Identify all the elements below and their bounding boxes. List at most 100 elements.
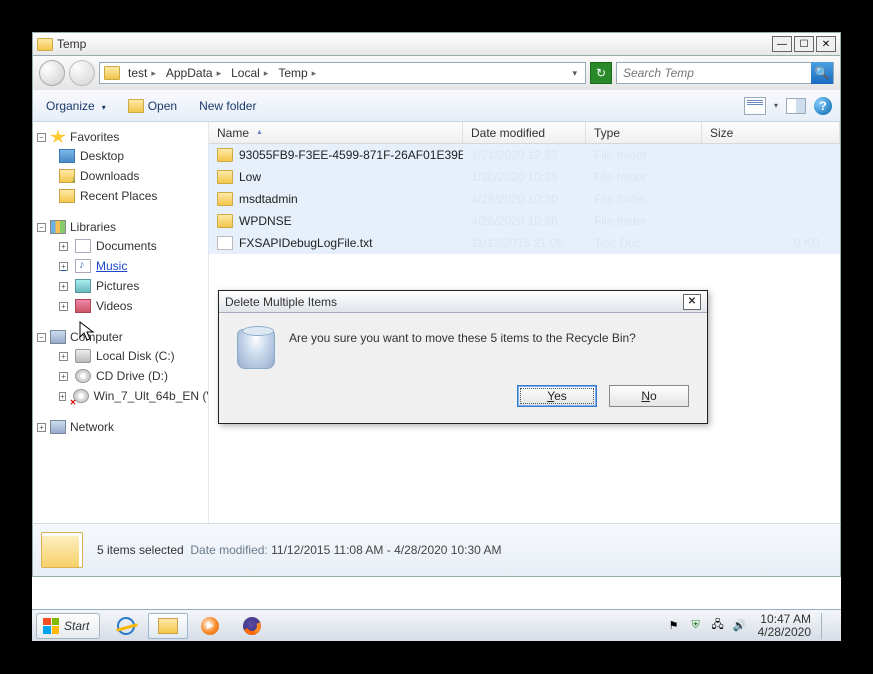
expand-icon[interactable]: +: [59, 352, 68, 361]
taskbar-ie[interactable]: [106, 613, 146, 639]
expand-icon[interactable]: +: [37, 423, 46, 432]
breadcrumb-segment[interactable]: Local: [227, 66, 272, 80]
new-folder-button[interactable]: New folder: [194, 96, 261, 116]
expand-icon[interactable]: +: [59, 372, 68, 381]
libraries-icon: [50, 220, 66, 234]
expand-icon[interactable]: +: [59, 282, 68, 291]
folder-icon: [41, 532, 83, 568]
start-button[interactable]: Start: [36, 613, 100, 639]
favorites-recent[interactable]: Recent Places: [37, 186, 204, 206]
date-modified-label: Date modified:: [190, 543, 267, 557]
column-size[interactable]: Size: [702, 122, 840, 143]
view-options-button[interactable]: [744, 97, 766, 115]
libraries-group[interactable]: − Libraries: [37, 218, 204, 236]
expand-icon[interactable]: +: [59, 262, 68, 271]
library-music[interactable]: +Music: [37, 256, 204, 276]
expand-icon[interactable]: +: [59, 242, 68, 251]
library-documents[interactable]: +Documents: [37, 236, 204, 256]
ie-icon: [117, 617, 135, 635]
file-name: WPDNSE: [239, 214, 292, 228]
file-row[interactable]: 93055FB9-F3EE-4599-871F-26AF01E39EE81/21…: [209, 144, 840, 166]
computer-group[interactable]: − Computer: [37, 328, 204, 346]
search-button[interactable]: 🔍: [811, 62, 833, 84]
no-button[interactable]: No: [609, 385, 689, 407]
library-videos[interactable]: +Videos: [37, 296, 204, 316]
favorites-desktop[interactable]: Desktop: [37, 146, 204, 166]
breadcrumb-segment[interactable]: Temp: [274, 66, 320, 80]
dialog-titlebar: Delete Multiple Items ✕: [219, 291, 707, 313]
disk-icon: [75, 349, 91, 363]
expand-icon[interactable]: +: [59, 302, 68, 311]
refresh-button[interactable]: ↻: [590, 62, 612, 84]
folder-open-icon: [128, 99, 144, 113]
tray-clock[interactable]: 10:47 AM 4/28/2020: [754, 613, 815, 639]
show-desktop-button[interactable]: [821, 613, 833, 639]
documents-icon: [75, 239, 91, 253]
minimize-button[interactable]: —: [772, 36, 792, 52]
favorites-downloads[interactable]: Downloads: [37, 166, 204, 186]
column-headers: Name Date modified Type Size: [209, 122, 840, 144]
tray-shield-icon[interactable]: ⛨: [688, 618, 704, 634]
file-name: Low: [239, 170, 261, 184]
drive-c[interactable]: +Local Disk (C:): [37, 346, 204, 366]
expand-icon[interactable]: +: [59, 392, 66, 401]
details-pane: 5 items selected Date modified: 11/12/20…: [32, 523, 841, 577]
favorites-group[interactable]: − Favorites: [37, 128, 204, 146]
maximize-button[interactable]: ☐: [794, 36, 814, 52]
file-row[interactable]: WPDNSE4/28/2020 10:36 AMFile folder: [209, 210, 840, 232]
taskbar: Start ▶ ⚑ ⛨ 🖧 🔊 10:47 AM 4/28/2020: [32, 609, 841, 641]
file-name: 93055FB9-F3EE-4599-871F-26AF01E39EE8: [239, 148, 463, 162]
open-button[interactable]: Open: [123, 96, 182, 116]
drive-v[interactable]: +Win_7_Ult_64b_EN (V: [37, 386, 204, 406]
dialog-title: Delete Multiple Items: [225, 295, 337, 309]
folder-icon: [217, 148, 233, 162]
search-box[interactable]: 🔍: [616, 62, 834, 84]
close-button[interactable]: ✕: [816, 36, 836, 52]
file-row[interactable]: msdtadmin4/28/2020 10:30 AMFile folder: [209, 188, 840, 210]
navigation-bar: test AppData Local Temp ▾ ↻ 🔍: [32, 56, 841, 90]
search-input[interactable]: [617, 66, 811, 80]
column-name[interactable]: Name: [209, 122, 463, 143]
taskbar-wmp[interactable]: ▶: [190, 613, 230, 639]
preview-pane-button[interactable]: [786, 98, 806, 114]
column-type[interactable]: Type: [586, 122, 702, 143]
address-dropdown[interactable]: ▾: [568, 68, 581, 79]
dialog-message: Are you sure you want to move these 5 it…: [289, 329, 636, 345]
breadcrumb-segment[interactable]: test: [124, 66, 160, 80]
breadcrumb-segment[interactable]: AppData: [162, 66, 225, 80]
back-button[interactable]: [39, 60, 65, 86]
taskbar-firefox[interactable]: [232, 613, 272, 639]
column-date[interactable]: Date modified: [463, 122, 586, 143]
library-pictures[interactable]: +Pictures: [37, 276, 204, 296]
file-type: File folder: [586, 170, 702, 184]
yes-button[interactable]: Yes: [517, 385, 597, 407]
help-button[interactable]: ?: [814, 97, 832, 115]
file-type: File folder: [586, 192, 702, 206]
tray-volume-icon[interactable]: 🔊: [732, 618, 748, 634]
desktop-icon: [59, 149, 75, 163]
file-row[interactable]: Low1/30/2020 10:39 AMFile folder: [209, 166, 840, 188]
file-type: File folder: [586, 148, 702, 162]
organize-button[interactable]: Organize: [41, 96, 111, 116]
forward-button[interactable]: [69, 60, 95, 86]
confirm-dialog: Delete Multiple Items ✕ Are you sure you…: [218, 290, 708, 424]
date-modified-value: 11/12/2015 11:08 AM - 4/28/2020 10:30 AM: [271, 543, 501, 557]
cd-icon: [75, 369, 91, 383]
drive-d[interactable]: +CD Drive (D:): [37, 366, 204, 386]
taskbar-explorer[interactable]: [148, 613, 188, 639]
tray-network-icon[interactable]: 🖧: [710, 618, 726, 634]
file-row[interactable]: FXSAPIDebugLogFile.txt11/12/2015 21:08Te…: [209, 232, 840, 254]
cd-error-icon: [73, 389, 89, 403]
tray-flag-icon[interactable]: ⚑: [666, 618, 682, 634]
music-icon: [75, 259, 91, 273]
collapse-icon[interactable]: −: [37, 223, 46, 232]
network-group[interactable]: + Network: [37, 418, 204, 436]
collapse-icon[interactable]: −: [37, 333, 46, 342]
navigation-pane: − Favorites Desktop Downloads Recent Pla…: [33, 122, 209, 523]
pictures-icon: [75, 279, 91, 293]
explorer-icon: [158, 618, 178, 634]
address-bar[interactable]: test AppData Local Temp ▾: [99, 62, 586, 84]
dialog-close-button[interactable]: ✕: [683, 294, 701, 310]
file-date: 1/21/2020 12:33 PM: [463, 148, 586, 162]
collapse-icon[interactable]: −: [37, 133, 46, 142]
